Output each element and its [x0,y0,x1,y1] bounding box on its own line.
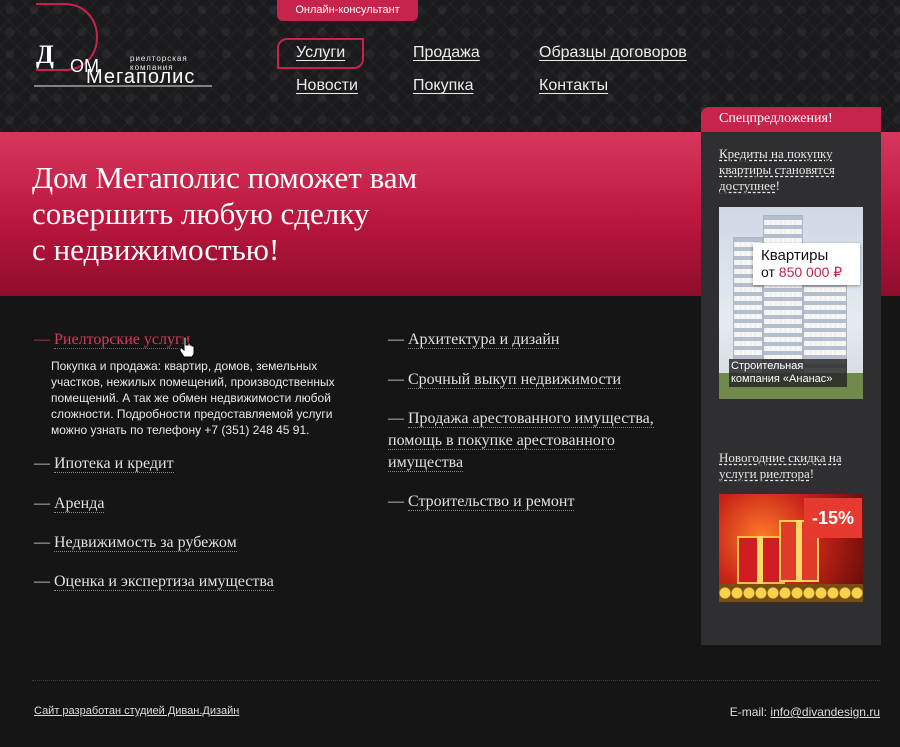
service-link[interactable]: Оценка и экспертиза имущества [54,573,274,591]
service-dash: — [34,534,50,551]
promo2-text: Новогодние скидка на услуги риелтора! [719,450,869,482]
email-link[interactable]: info@divandesign.ru [770,705,880,719]
logo-megapolis: Мегаполис [86,66,196,88]
service-dash: — [388,331,404,348]
nav-item-purchase[interactable]: Покупка [413,77,474,95]
price-line: от 850 000 ₽ [761,264,842,281]
service-dash: — [388,371,404,388]
service-link[interactable]: Риелторские услуги [54,331,191,349]
email-label: E-mail: [729,705,768,719]
service-dash: — [34,573,50,590]
service-description: Покупка и продажа: квартир, домов, земел… [51,359,335,437]
promo1-text: Кредиты на покупку квартиры становятся д… [719,146,869,194]
service-link[interactable]: Аренда [54,495,105,513]
ribbon-shape [757,536,763,584]
hero-title: Дом Мегаполис поможет вам совершить любу… [32,160,552,268]
footer-divider [32,680,880,681]
online-consultant-tab[interactable]: Онлайн-консультант [277,0,418,21]
nav-item-sale[interactable]: Продажа [413,44,480,62]
service-mortgage[interactable]: — Ипотека и кредит [34,455,174,473]
service-arrested-property[interactable]: — Продажа арестованного имущества, помощ… [388,408,688,474]
price-label: Квартиры [761,247,829,264]
nav-item-services[interactable]: Услуги [296,44,345,62]
promo2-suffix: ! [809,466,815,481]
ribbon-shape [796,520,802,582]
service-link[interactable]: Строительство и ремонт [408,493,575,511]
hero-title-line: Дом Мегаполис поможет вам [32,160,418,195]
service-link[interactable]: Недвижимость за рубежом [54,534,237,552]
service-architecture[interactable]: — Архитектура и дизайн [388,331,560,349]
logo[interactable]: Д ОМ риелторская компания Мегаполис [30,0,225,100]
service-dash: — [34,455,50,472]
service-dash: — [388,493,404,510]
promo2-link[interactable]: Новогодние скидка на услуги риелтора [719,450,842,481]
logo-letter-d: Д [36,40,54,69]
service-construction[interactable]: — Строительство и ремонт [388,493,575,511]
promo1-caption: Строительная компания «Ананас» [729,359,847,387]
service-realtor[interactable]: — Риелторские услуги [34,331,191,349]
service-abroad[interactable]: — Недвижимость за рубежом [34,534,237,552]
price-prefix: от [761,264,775,280]
service-link[interactable]: Ипотека и кредит [54,455,174,473]
gold-ornaments-shape [719,584,863,602]
service-link[interactable]: Продажа арестованного имущества, помощь … [388,410,654,472]
service-dash: — [34,495,50,512]
hero-title-line: с недвижимостью! [32,232,280,267]
hand-cursor-icon [179,336,195,358]
service-dash: — [34,331,50,348]
nav-item-contract-samples[interactable]: Образцы договоров [539,44,687,62]
service-link[interactable]: Архитектура и дизайн [408,331,560,349]
hero-title-line: совершить любую сделку [32,196,370,231]
service-link[interactable]: Срочный выкуп недвижимости [408,371,622,389]
service-appraisal[interactable]: — Оценка и экспертиза имущества [34,573,274,591]
service-urgent-buyout[interactable]: — Срочный выкуп недвижимости [388,371,622,389]
footer-email: E-mail: info@divandesign.ru [730,705,880,719]
nav-item-contacts[interactable]: Контакты [539,77,608,95]
price-value: 850 000 ₽ [778,264,843,280]
sidebar-title: Спецпредложения! [719,111,833,126]
discount-badge: -15% [804,498,862,538]
service-rent[interactable]: — Аренда [34,495,105,513]
service-dash: — [388,410,404,427]
nav-item-news[interactable]: Новости [296,77,358,95]
footer-credit-link[interactable]: Сайт разработан студией Диван.Дизайн [34,705,239,717]
promo1-suffix: ! [775,178,781,193]
